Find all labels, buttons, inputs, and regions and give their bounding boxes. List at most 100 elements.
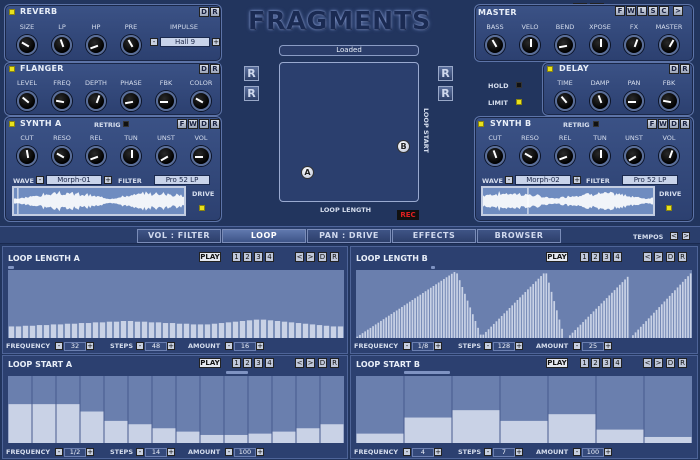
loop-step-bar[interactable] — [43, 325, 50, 338]
synth-b-wave-prev[interactable]: - — [505, 176, 513, 184]
loop-step-bar[interactable] — [127, 321, 134, 338]
tempos-prev-button[interactable]: < — [670, 232, 678, 240]
pad-right-r-button-2[interactable]: R — [438, 86, 453, 101]
loop-step-bar[interactable] — [440, 280, 443, 338]
synth-a-r-button[interactable]: R — [210, 119, 220, 129]
loop-step-bar[interactable] — [658, 307, 661, 338]
loop-length-a-amount-minus[interactable]: - — [225, 342, 233, 350]
loop-start-b-slot-2[interactable]: 2 — [591, 358, 600, 368]
loop-step-bar[interactable] — [532, 284, 535, 338]
limit-toggle[interactable] — [516, 99, 522, 105]
loop-step-bar[interactable] — [618, 284, 621, 338]
loop-step-bar[interactable] — [253, 319, 260, 338]
tab-vol-filter[interactable]: VOL : FILTER — [137, 229, 221, 243]
loop-step-bar[interactable] — [466, 300, 469, 338]
loop-step-bar[interactable] — [113, 321, 120, 338]
loop-step-bar[interactable] — [671, 293, 674, 338]
loop-step-bar[interactable] — [380, 320, 382, 338]
synth-b-filter-display[interactable]: Pro 52 LP — [622, 175, 678, 185]
loop-step-bar[interactable] — [548, 282, 550, 338]
loop-step-bar[interactable] — [608, 295, 611, 338]
loop-step-bar[interactable] — [584, 319, 587, 338]
loop-step-bar[interactable] — [464, 293, 466, 338]
loop-step-bar[interactable] — [248, 433, 272, 443]
synth-a-wave-next[interactable]: + — [104, 176, 112, 184]
loop-step-bar[interactable] — [519, 297, 521, 338]
pad-ball-a[interactable]: A — [301, 166, 314, 179]
loop-start-b-steps-plus[interactable]: + — [515, 448, 523, 456]
loop-step-bar[interactable] — [281, 321, 288, 338]
loop-step-bar[interactable] — [500, 315, 503, 338]
loop-length-a-freq-value[interactable]: 32 — [64, 342, 86, 351]
delay-fbk-knob[interactable] — [659, 91, 679, 111]
loop-start-a-freq-plus[interactable]: + — [86, 448, 94, 456]
loop-step-bar[interactable] — [513, 302, 516, 338]
reverb-size-knob[interactable] — [17, 35, 37, 55]
loop-step-bar[interactable] — [674, 290, 676, 338]
loop-step-bar[interactable] — [479, 334, 482, 338]
master-next-button[interactable]: > — [673, 6, 683, 16]
loop-length-b-slot-2[interactable]: 2 — [591, 252, 600, 262]
loop-step-bar[interactable] — [647, 318, 650, 338]
loop-step-bar[interactable] — [639, 326, 642, 338]
loop-step-bar[interactable] — [197, 324, 204, 338]
loop-step-bar[interactable] — [516, 300, 519, 338]
loop-step-bar[interactable] — [663, 301, 666, 338]
loop-step-bar[interactable] — [32, 404, 56, 443]
loop-step-bar[interactable] — [120, 321, 127, 338]
loop-length-a-steps-value[interactable]: 48 — [145, 342, 167, 351]
loop-step-bar[interactable] — [684, 279, 687, 338]
impulse-prev-button[interactable]: - — [150, 38, 158, 46]
loop-step-bar[interactable] — [57, 324, 64, 338]
loop-step-bar[interactable] — [521, 294, 524, 338]
master-c-button[interactable]: C — [659, 6, 669, 16]
loop-step-bar[interactable] — [404, 417, 452, 443]
master-f-button[interactable]: F — [615, 6, 625, 16]
loop-step-bar[interactable] — [529, 286, 532, 338]
loop-step-bar[interactable] — [162, 323, 169, 338]
loop-length-b-prev[interactable]: < — [643, 252, 652, 262]
loop-start-a-r[interactable]: R — [330, 358, 339, 368]
loop-step-bar[interactable] — [503, 313, 506, 338]
loop-step-bar[interactable] — [64, 323, 71, 338]
loop-step-bar[interactable] — [377, 322, 380, 338]
loop-length-b-freq-value[interactable]: 1/8 — [412, 342, 434, 351]
loop-start-a-amount-plus[interactable]: + — [256, 448, 264, 456]
loop-step-bar[interactable] — [637, 329, 640, 338]
loop-step-bar[interactable] — [445, 277, 448, 338]
loop-start-b-scroll[interactable] — [404, 371, 450, 374]
loop-start-b-amount-minus[interactable]: - — [573, 448, 581, 456]
loop-step-bar[interactable] — [225, 322, 232, 338]
loop-step-bar[interactable] — [569, 335, 571, 338]
loop-step-bar[interactable] — [183, 323, 190, 338]
synth-a-rel-knob[interactable] — [86, 146, 106, 166]
loop-step-bar[interactable] — [555, 310, 558, 338]
loop-step-bar[interactable] — [92, 322, 99, 338]
loop-step-bar[interactable] — [15, 326, 22, 338]
tab-pan-drive[interactable]: PAN : DRIVE — [307, 229, 391, 243]
loop-step-bar[interactable] — [429, 287, 432, 338]
synth-a-cut-knob[interactable] — [17, 146, 37, 166]
impulse-next-button[interactable]: + — [212, 38, 220, 46]
reverb-pre-knob[interactable] — [121, 35, 141, 55]
synth-a-drive-led[interactable] — [199, 205, 205, 211]
master-xpose-knob[interactable] — [590, 35, 610, 55]
loop-step-bar[interactable] — [85, 323, 92, 338]
loop-step-bar[interactable] — [587, 316, 590, 338]
loop-step-bar[interactable] — [408, 301, 411, 338]
loop-step-bar[interactable] — [645, 321, 647, 338]
synth-a-enable-led[interactable] — [9, 121, 15, 127]
loop-step-bar[interactable] — [679, 284, 682, 338]
synth-b-tun-knob[interactable] — [590, 146, 610, 166]
flanger-enable-led[interactable] — [9, 66, 15, 72]
loop-length-a-d[interactable]: D — [318, 252, 327, 262]
loop-step-bar[interactable] — [29, 325, 36, 338]
delay-damp-knob[interactable] — [590, 91, 610, 111]
loop-start-b-play-button[interactable]: PLAY — [546, 358, 568, 368]
tab-loop[interactable]: LOOP — [222, 229, 306, 243]
loop-step-bar[interactable] — [435, 284, 437, 338]
loop-step-bar[interactable] — [534, 281, 537, 338]
loop-step-bar[interactable] — [416, 296, 419, 338]
flanger-r-button[interactable]: R — [210, 64, 220, 74]
reverb-enable-led[interactable] — [9, 9, 15, 15]
